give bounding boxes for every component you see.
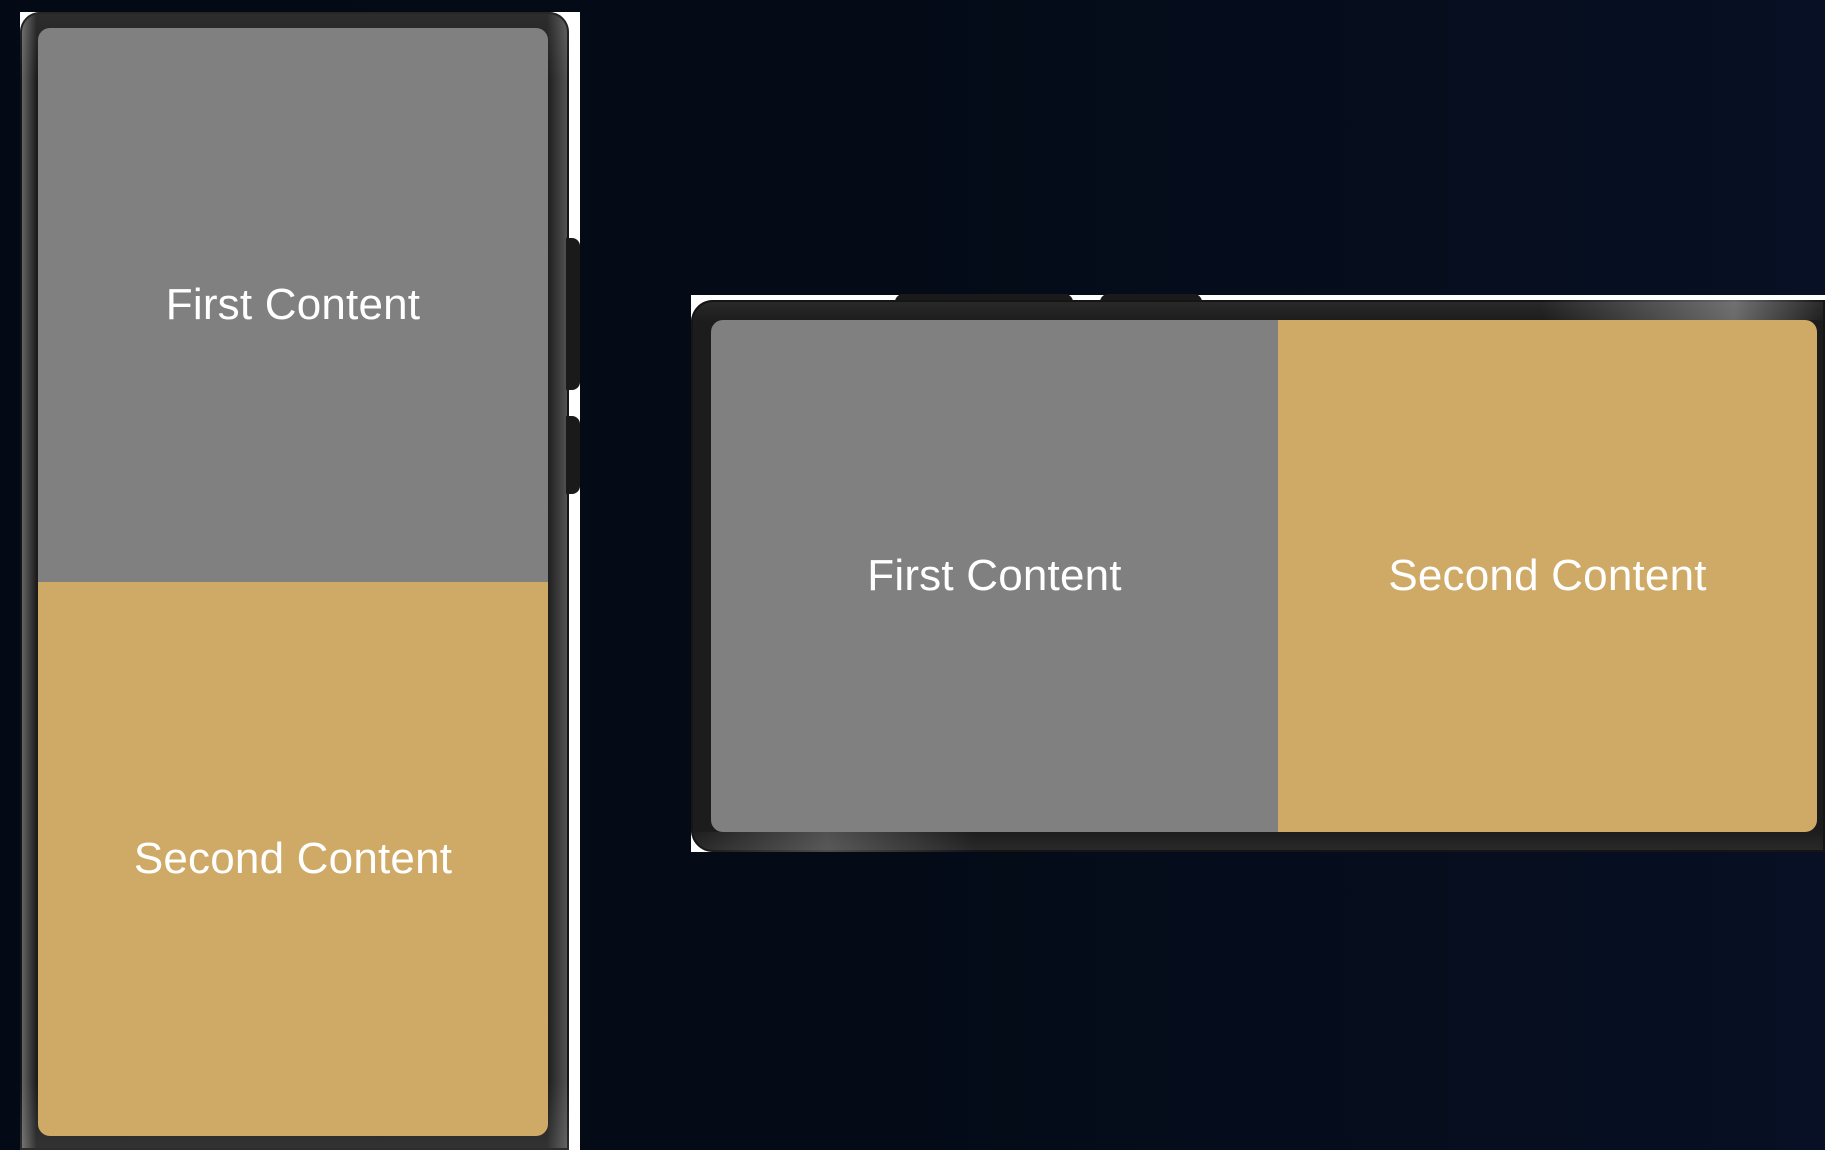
portrait-side-button-lower: [566, 416, 580, 494]
landscape-second-pane-label: Second Content: [1388, 551, 1707, 600]
landscape-first-pane-label: First Content: [867, 551, 1122, 600]
portrait-side-button-upper: [566, 238, 580, 390]
portrait-device-screen: First Content Second Content: [38, 28, 548, 1136]
preview-stage: First Content Second Content First Conte…: [0, 0, 1825, 1150]
portrait-second-pane-label: Second Content: [133, 834, 453, 883]
landscape-first-pane: First Content: [711, 320, 1278, 832]
landscape-second-pane: Second Content: [1278, 320, 1817, 832]
landscape-device-screen: First Content Second Content: [711, 320, 1817, 832]
portrait-first-pane-label: First Content: [165, 280, 421, 329]
portrait-second-pane: Second Content: [38, 582, 548, 1136]
portrait-first-pane: First Content: [38, 28, 548, 582]
